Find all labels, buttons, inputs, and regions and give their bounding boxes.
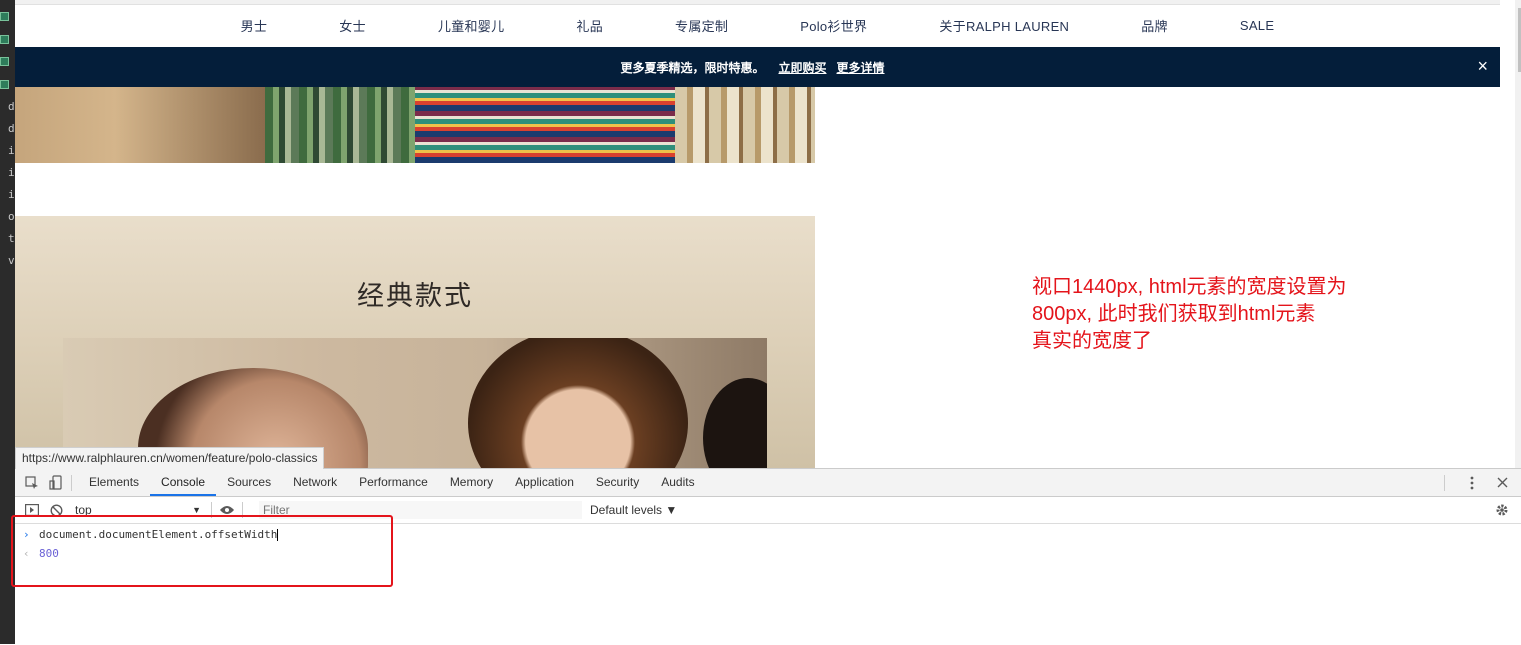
nav-item-kids[interactable]: 儿童和婴儿: [438, 16, 505, 35]
promo-message: 更多夏季精选，限时特惠。: [620, 60, 765, 75]
page-viewport: 男士 女士 儿童和婴儿 礼品 专属定制 Polo衫世界 关于RALPH LAUR…: [15, 0, 1521, 468]
tab-audits[interactable]: Audits: [650, 469, 705, 496]
tab-console[interactable]: Console: [150, 469, 217, 496]
close-devtools-icon[interactable]: [1493, 474, 1511, 492]
file-icon: [0, 57, 9, 66]
hero-image-shelf: [675, 87, 815, 163]
page-scrollbar[interactable]: ▼: [1515, 0, 1521, 468]
nav-item-polo-world[interactable]: Polo衫世界: [800, 16, 867, 35]
tab-performance[interactable]: Performance: [348, 469, 439, 496]
tab-network[interactable]: Network: [282, 469, 348, 496]
photo-person: [703, 378, 767, 468]
annotation-line: 视口1440px, html元素的宽度设置为: [1032, 276, 1347, 298]
devtools-window-controls: [1438, 469, 1511, 496]
main-nav: 男士 女士 儿童和婴儿 礼品 专属定制 Polo衫世界 关于RALPH LAUR…: [15, 5, 1500, 46]
hero-image[interactable]: [15, 87, 815, 163]
hero-image-sweater: [415, 87, 675, 163]
photo-person: [468, 338, 688, 468]
nav-item-women[interactable]: 女士: [339, 16, 366, 35]
code-token: d: [8, 122, 15, 135]
devtools-panel: Elements Console Sources Network Perform…: [11, 468, 1521, 645]
toolbar-divider: [71, 474, 72, 491]
device-toolbar-icon[interactable]: [47, 474, 65, 492]
annotation-line: 800px, 此时我们获取到html元素: [1032, 303, 1316, 325]
section-title: 经典款式: [357, 281, 473, 312]
code-token: v: [8, 254, 15, 267]
devtools-tabbar: Elements Console Sources Network Perform…: [15, 469, 1521, 497]
code-token: d: [8, 100, 15, 113]
annotation-note: 视口1440px, html元素的宽度设置为 800px, 此时我们获取到htm…: [1032, 274, 1392, 355]
close-icon[interactable]: ×: [1477, 57, 1488, 75]
inspect-element-icon[interactable]: [23, 474, 41, 492]
toolbar-divider: [1444, 474, 1445, 491]
highlight-box: [11, 515, 393, 587]
file-icon: [0, 12, 9, 21]
shop-now-link[interactable]: 立即购买: [778, 59, 826, 76]
nav-item-custom[interactable]: 专属定制: [675, 16, 728, 35]
status-url-tooltip: https://www.ralphlauren.cn/women/feature…: [15, 447, 325, 469]
nav-item-sale[interactable]: SALE: [1240, 18, 1274, 33]
annotation-line: 真实的宽度了: [1032, 330, 1152, 352]
tab-elements[interactable]: Elements: [78, 469, 150, 496]
classics-section: 经典款式: [15, 216, 815, 468]
hero-image-books: [265, 87, 415, 163]
more-details-link[interactable]: 更多详情: [837, 59, 885, 76]
tab-memory[interactable]: Memory: [439, 469, 504, 496]
more-options-icon[interactable]: [1463, 474, 1481, 492]
tab-security[interactable]: Security: [585, 469, 650, 496]
code-token: o: [8, 210, 15, 223]
promo-banner: 更多夏季精选，限时特惠。 立即购买 更多详情 ×: [15, 47, 1500, 87]
console-settings-gear-icon[interactable]: [1493, 501, 1511, 519]
file-icon: [0, 80, 9, 89]
log-levels-dropdown[interactable]: Default levels ▼: [590, 503, 677, 517]
hero-image-wall: [15, 87, 265, 163]
tab-application[interactable]: Application: [504, 469, 585, 496]
tab-sources[interactable]: Sources: [216, 469, 282, 496]
nav-item-men[interactable]: 男士: [241, 16, 268, 35]
file-icon: [0, 35, 9, 44]
nav-item-about[interactable]: 关于RALPH LAUREN: [939, 16, 1069, 35]
nav-item-gifts[interactable]: 礼品: [576, 16, 603, 35]
nav-item-brands[interactable]: 品牌: [1141, 16, 1168, 35]
